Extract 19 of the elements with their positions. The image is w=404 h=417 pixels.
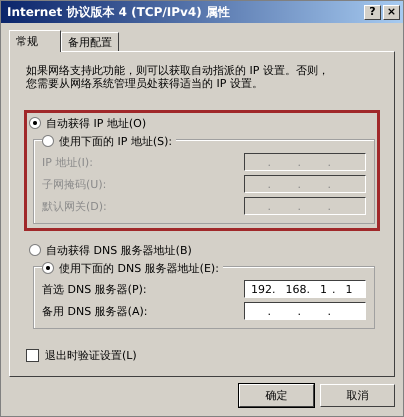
radio-button[interactable]: 自动获得 IP 地址(O) bbox=[29, 113, 375, 133]
field-label: 备用 DNS 服务器(A): bbox=[42, 304, 148, 318]
tab[interactable]: 备用配置 bbox=[61, 32, 119, 51]
ip-address-field[interactable]: 192. 168. 1 . 1 bbox=[244, 280, 366, 298]
radio-button[interactable]: 自动获得 DNS 服务器地址(B) bbox=[29, 240, 375, 260]
cancel-button[interactable]: 取消 bbox=[320, 384, 395, 407]
description-text: 如果网络支持此功能，则可以获取自动指派的 IP 设置。否则， bbox=[26, 64, 330, 77]
close-button[interactable]: × bbox=[383, 4, 400, 20]
field-label: 首选 DNS 服务器(P): bbox=[42, 282, 147, 296]
field-label: IP 地址(I): bbox=[42, 154, 93, 170]
ip-address-field[interactable]: . . . bbox=[244, 302, 366, 320]
field-label: 默认网关(D): bbox=[42, 198, 107, 214]
checkbox[interactable]: 退出时验证设置(L) bbox=[26, 348, 380, 363]
window-title: Internet 协议版本 4 (TCP/IPv4) 属性 bbox=[7, 4, 231, 20]
tab[interactable]: 常规 bbox=[9, 30, 61, 52]
help-button[interactable]: ? bbox=[364, 4, 381, 20]
description-text: 您需要从网络系统管理员处获得适当的 IP 设置。 bbox=[26, 77, 264, 90]
field-label: 子网掩码(U): bbox=[42, 176, 106, 192]
ok-button[interactable]: 确定 bbox=[239, 384, 314, 407]
